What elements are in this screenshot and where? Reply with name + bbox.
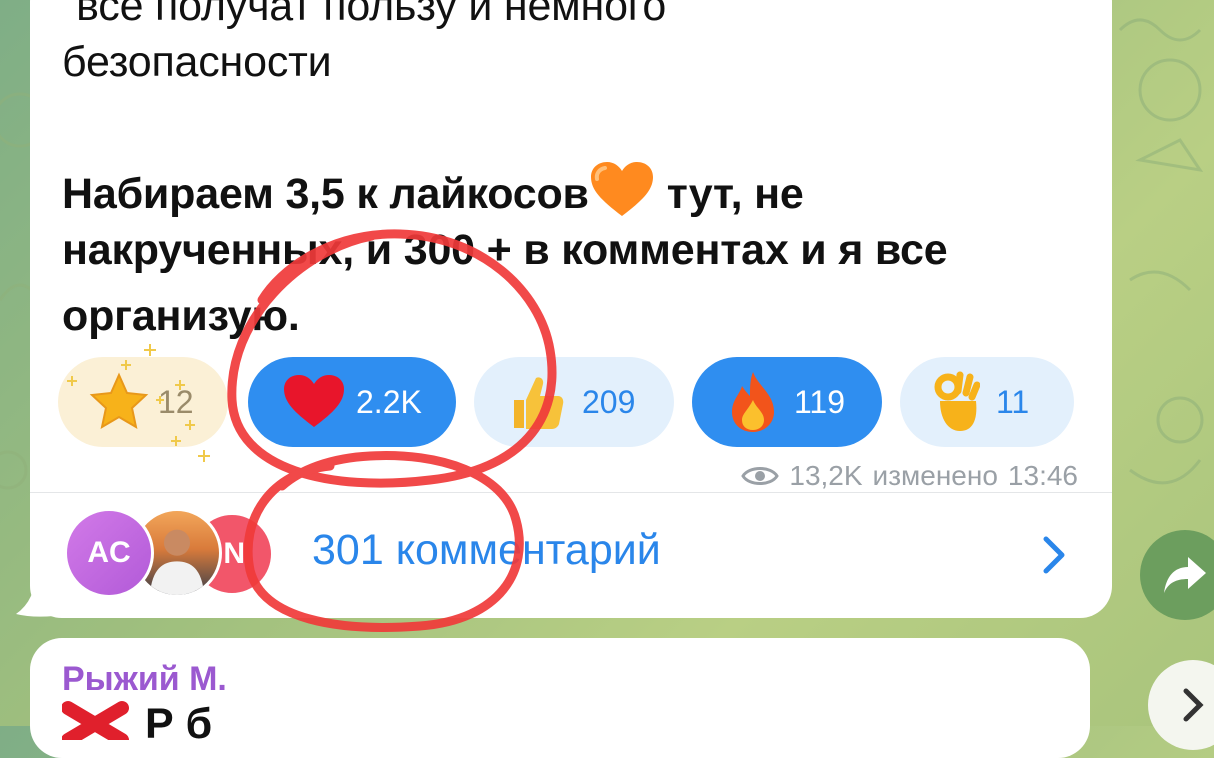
post-bold-line-1: Набираем 3,5 к лайкосов тут, не xyxy=(62,162,804,229)
post-text-line: безопасности xyxy=(62,38,332,86)
reaction-count: 12 xyxy=(158,383,194,420)
next-message-text: Р б xyxy=(145,700,213,748)
reaction-thumbs-up[interactable]: 209 xyxy=(474,357,674,447)
post-bold-line-3: организую. xyxy=(62,292,300,340)
reaction-heart[interactable]: 2.2K xyxy=(248,357,456,447)
avatar-initials: AC xyxy=(87,536,131,569)
chevron-right-icon xyxy=(1043,536,1065,574)
eye-icon xyxy=(741,467,780,485)
red-heart-icon xyxy=(284,375,344,429)
comments-divider xyxy=(30,492,1112,493)
thumbs-up-icon xyxy=(506,372,566,432)
reaction-count: 119 xyxy=(794,383,846,420)
avatar: AC xyxy=(64,508,154,598)
comments-count-link[interactable]: 301 комментарий xyxy=(312,526,661,575)
edited-label: изменено xyxy=(872,460,998,491)
ok-hand-icon xyxy=(934,371,980,433)
post-bold-text: Набираем 3,5 к лайкосов xyxy=(62,170,589,218)
side-action-button[interactable] xyxy=(1148,660,1214,750)
reaction-count: 209 xyxy=(582,383,636,420)
fire-icon xyxy=(728,370,778,434)
post-meta: 13,2K изменено 13:46 xyxy=(741,460,1078,492)
post-text-line-partial: “все получат пользу и немного xyxy=(62,0,667,30)
sender-name[interactable]: Рыжий М. xyxy=(62,660,227,699)
avatar-initials: N xyxy=(223,537,245,570)
post-bold-line-2: накрученных, и 300 + в комментах и я все xyxy=(62,226,948,274)
post-time: 13:46 xyxy=(1007,460,1078,491)
reaction-star[interactable]: 12 xyxy=(58,357,228,447)
share-button[interactable] xyxy=(1140,530,1214,620)
reaction-count: 2.2K xyxy=(356,383,422,420)
chevron-right-icon xyxy=(1183,688,1204,722)
cross-mark-icon xyxy=(62,701,129,740)
reaction-fire[interactable]: 119 xyxy=(692,357,882,447)
reaction-ok-hand[interactable]: 11 xyxy=(900,357,1074,447)
reaction-count: 11 xyxy=(996,383,1030,420)
orange-heart-icon xyxy=(590,162,653,229)
share-arrow-icon xyxy=(1164,557,1206,593)
star-icon xyxy=(88,371,150,433)
post-bold-text-end: тут, не xyxy=(666,170,804,218)
views-count: 13,2K xyxy=(789,460,863,491)
bubble-tail xyxy=(16,570,54,617)
